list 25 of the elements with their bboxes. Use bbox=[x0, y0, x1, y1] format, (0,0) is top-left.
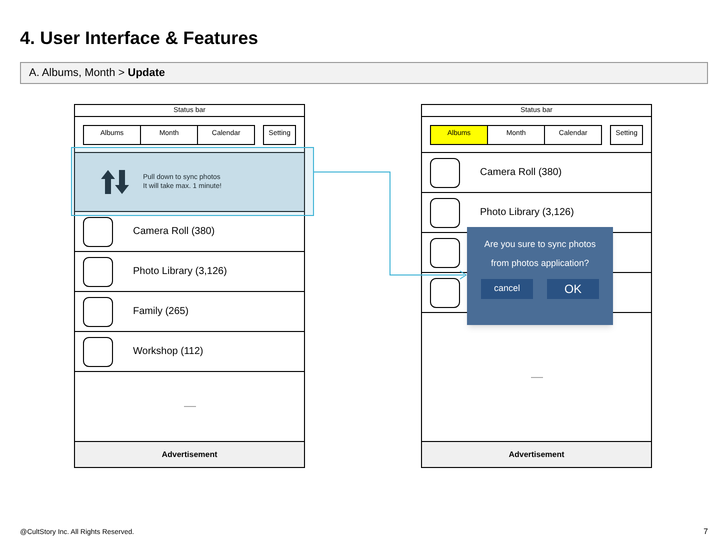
album-label[interactable]: Workshop (112) bbox=[133, 344, 204, 359]
album-label[interactable]: Camera Roll (380) bbox=[480, 165, 562, 180]
loading-indicator bbox=[530, 376, 542, 378]
album-label[interactable]: Photo Library (3,126) bbox=[133, 264, 227, 279]
album-thumbnail bbox=[430, 238, 460, 268]
dialog-message: Are you sure to sync photos from photos application? bbox=[484, 238, 596, 270]
page-number: 7 bbox=[704, 526, 708, 538]
album-thumbnail bbox=[83, 296, 113, 326]
album-thumbnail bbox=[430, 278, 460, 308]
album-thumbnail bbox=[83, 336, 113, 366]
album-thumbnail bbox=[83, 256, 113, 286]
ok-button[interactable]: OK bbox=[547, 279, 599, 299]
album-label[interactable]: Camera Roll (380) bbox=[133, 224, 215, 239]
album-thumbnail bbox=[430, 198, 460, 228]
album-label[interactable]: Family (265) bbox=[133, 304, 189, 319]
loading-indicator bbox=[184, 406, 196, 407]
advertisement-banner: Advertisement bbox=[422, 441, 651, 467]
album-thumbnail bbox=[430, 158, 460, 188]
album-thumbnail bbox=[83, 216, 113, 246]
up-down-arrows-icon bbox=[101, 170, 129, 194]
cancel-button[interactable]: cancel bbox=[481, 279, 533, 299]
breadcrumb-bar: A. Albums, Month > Update bbox=[20, 62, 708, 84]
advertisement-banner: Advertisement bbox=[75, 441, 304, 467]
page-title: 4. User Interface & Features bbox=[20, 27, 260, 49]
album-label[interactable]: Photo Library (3,126) bbox=[480, 205, 574, 220]
